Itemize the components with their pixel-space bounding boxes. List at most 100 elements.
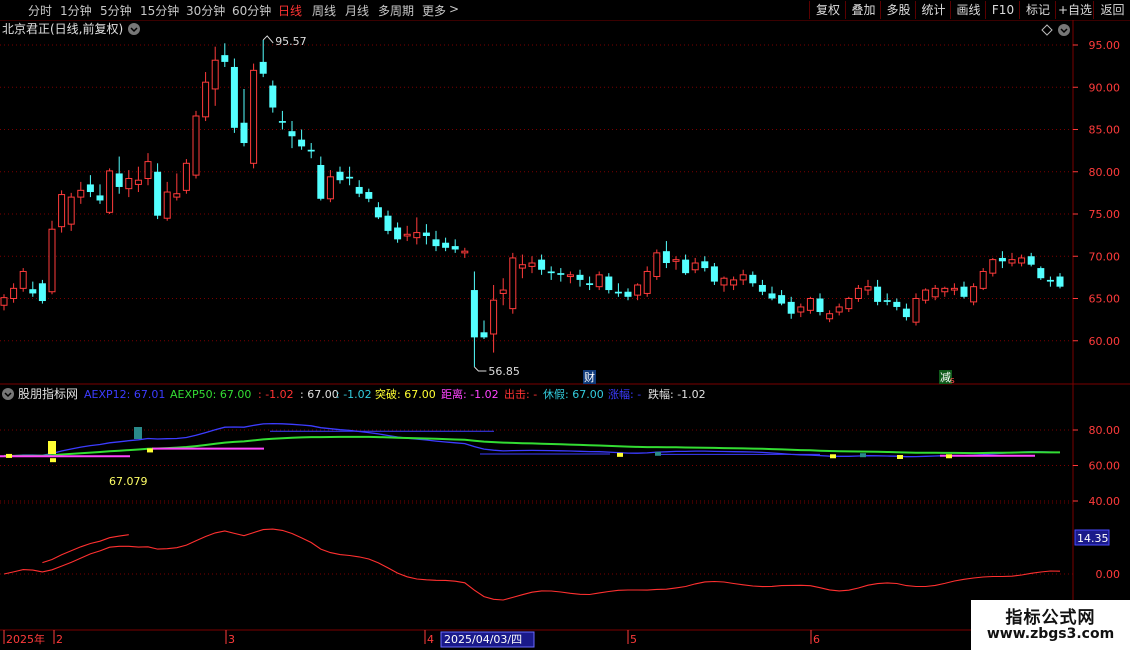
candle-body-up [173,193,181,198]
timeframe-tab-3[interactable]: 15分钟 [140,2,179,19]
signal-marker [50,458,56,463]
candle-body-up [739,274,747,281]
candle-body-up [10,287,18,299]
candle-body-up [672,259,680,262]
teal-bar [134,427,142,439]
toolbar-button-2[interactable]: 多股 [880,1,916,19]
candle-body-down [768,293,776,299]
candle-body-down [355,186,363,194]
candle-body-up [941,287,949,293]
more-chevron-icon[interactable]: > [449,2,459,16]
candle-body-down [259,61,267,74]
candle-body-down [538,259,546,270]
candle-body-down [1046,279,1054,282]
oscillator-lines [3,528,1061,601]
timeframe-tab-10[interactable]: 更多 [422,2,446,19]
candle-body-up [835,306,843,313]
candle-body-down [662,251,670,264]
main-tick-label: 60.00 [1089,335,1121,348]
candle-body-down [240,122,248,144]
timeframe-tab-2[interactable]: 5分钟 [100,2,132,19]
candle-body-up [653,252,661,278]
candle-body-up [691,262,699,271]
timeframe-tab-4[interactable]: 30分钟 [186,2,225,19]
timeframe-tab-5[interactable]: 60分钟 [232,2,271,19]
candle-body-down [470,290,478,338]
date-label: 6 [813,633,820,646]
candle-body-up [634,284,642,296]
indicator-annotation: 67.079 [109,475,148,488]
panel-menu-icon [1058,24,1070,36]
candle-body-up [979,270,987,289]
date-label: 2 [56,633,63,646]
candle-body-up [499,289,507,294]
timeframe-tab-1[interactable]: 1分钟 [60,2,92,19]
date-label: 5 [630,633,637,646]
candle-body-down [902,308,910,318]
toolbar-button-8[interactable]: 返回 [1093,1,1130,19]
main-tick-label: 90.00 [1089,81,1121,94]
main-tick-label: 75.00 [1089,208,1121,221]
candle-body-down [298,139,306,147]
candle-body-down [96,195,104,201]
timeframe-tab-7[interactable]: 周线 [312,2,336,19]
candle-body-down [230,66,238,128]
osc-red-line [3,528,1061,601]
toolbar-button-1[interactable]: 叠加 [845,1,881,19]
candle-body-down [384,215,392,231]
toolbar-button-6[interactable]: 标记 [1019,1,1056,19]
candle-body-up [1008,259,1016,264]
candle-body-down [346,176,354,179]
candle-body-down [701,261,709,269]
toolbar-button-0[interactable]: 复权 [809,1,846,19]
low-marker-line [474,366,487,372]
teal-marker [860,453,866,458]
toolbar-button-4[interactable]: 画线 [950,1,986,19]
candle-body-down [605,276,613,291]
indicator-legend-item: AEXP50: 67.00 [170,388,251,401]
osc-red-upper-line [42,534,129,564]
timeframe-tab-9[interactable]: 多周期 [378,2,414,19]
signal-marker [147,448,153,453]
candle-body-up [970,286,978,303]
high-marker-line [262,35,274,44]
breakout-bar [48,441,56,454]
toolbar-button-3[interactable]: 统计 [915,1,951,19]
candle-body-up [566,274,574,278]
high-label: 95.57 [275,35,307,48]
candle-body-down [115,173,123,187]
candle-body-down [749,274,757,284]
candle-body-down [154,171,162,216]
osc-tick-label: 0.00 [1096,568,1121,581]
candle-body-up [192,115,200,176]
candle-body-down [624,291,632,297]
candle-body-up [912,298,920,323]
toolbar-button-5[interactable]: F10 [985,1,1020,19]
candle-body-up [413,232,421,239]
candle-body-down [38,283,46,302]
candle-body-down [278,121,286,123]
ind-tick-label: 60.00 [1089,460,1121,473]
candle-body-up [950,287,958,291]
main-tick-label: 85.00 [1089,124,1121,137]
signal-marker [830,454,836,459]
indicator-legend-item: : -1.02 [336,388,372,401]
candle-body-up [58,194,66,228]
candle-body-down [778,295,786,304]
timeframe-tab-0[interactable]: 分时 [28,2,52,19]
candle-body-down [816,298,824,313]
event-cai-label: 财 [584,370,595,384]
candle-body-up [106,170,114,213]
indicator-legend-item: 休假: 67.00 [543,387,604,401]
candle-body-up [595,274,603,288]
candle-body-down [442,242,450,248]
candle-body-up [211,59,219,90]
candle-body-up [326,176,334,200]
timeframe-tab-8[interactable]: 月线 [345,2,369,19]
timeframe-tab-6[interactable]: 日线 [278,2,302,19]
watermark-url: www.zbgs3.com [986,626,1115,642]
candle-body-up [1018,257,1026,264]
toolbar-button-7[interactable]: +自选 [1055,1,1094,19]
candle-body-down [1037,268,1045,279]
signal-marker [897,454,903,459]
